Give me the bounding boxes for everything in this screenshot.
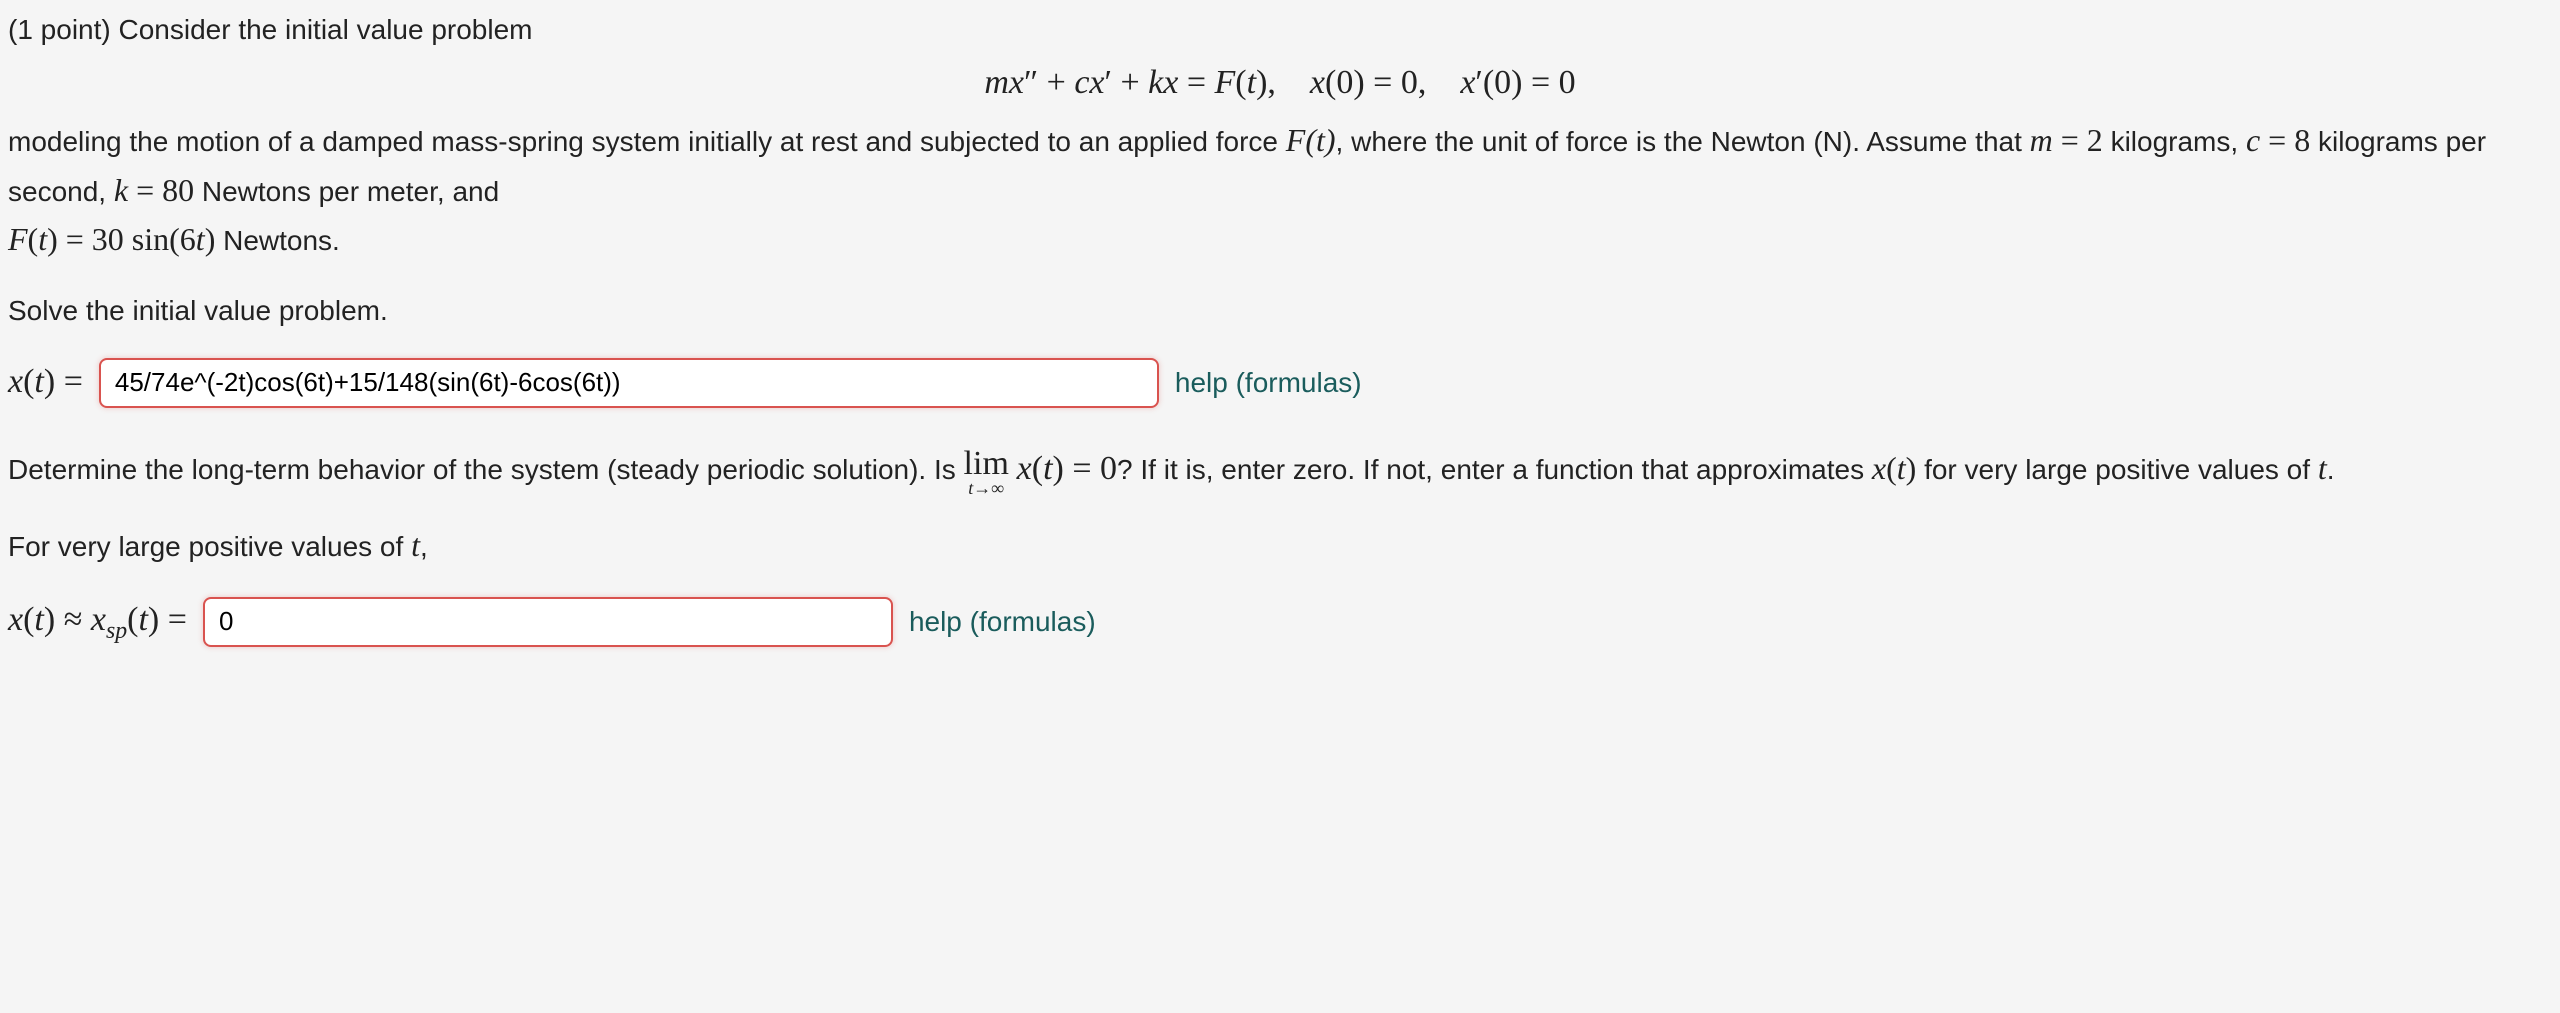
p2-period: . <box>2327 454 2335 485</box>
xsp-answer-input[interactable] <box>203 597 893 647</box>
limit-body: x(t) = 0 <box>1017 450 1117 487</box>
help-formulas-link-1[interactable]: help (formulas) <box>1175 361 1362 404</box>
Ft-symbol: F(t) <box>1286 122 1336 158</box>
F-unit: Newtons. <box>215 225 340 256</box>
xsp-label: x(t) ≈ xsp(t) = <box>8 594 187 650</box>
problem-statement: (1 point) Consider the initial value pro… <box>8 8 2552 265</box>
xt-answer-row: x(t) = help (formulas) <box>8 356 2552 409</box>
t-symbol-2: t <box>411 527 420 563</box>
help-formulas-link-2[interactable]: help (formulas) <box>909 600 1096 643</box>
part2-description: Determine the long-term behavior of the … <box>8 443 2552 497</box>
large-t-post: , <box>420 531 428 562</box>
part1-instruction: Solve the initial value problem. <box>8 289 2552 332</box>
c-eq: c = 8 <box>2246 122 2310 158</box>
p2-post: ? If it is, enter zero. If not, enter a … <box>1117 454 1872 485</box>
p2-post2: for very large positive values of <box>1916 454 2318 485</box>
p2-pre: Determine the long-term behavior of the … <box>8 454 964 485</box>
m-eq: m = 2 <box>2030 122 2103 158</box>
description-pre: modeling the motion of a damped mass-spr… <box>8 126 1286 157</box>
m-unit: kilograms, <box>2103 126 2246 157</box>
points-intro: (1 point) Consider the initial value pro… <box>8 14 533 45</box>
k-unit: Newtons per meter, and <box>194 176 499 207</box>
main-equation: mx″ + cx′ + kx = F(t), x(0) = 0, x′(0) =… <box>8 57 2552 110</box>
t-symbol: t <box>2318 450 2327 486</box>
k-eq: k = 80 <box>114 172 194 208</box>
large-t-pre: For very large positive values of <box>8 531 411 562</box>
xt-label: x(t) = <box>8 356 83 409</box>
xt-symbol: x(t) <box>1872 450 1916 486</box>
xsp-answer-row: x(t) ≈ xsp(t) = help (formulas) <box>8 594 2552 650</box>
F-eq: F(t) = 30 sin(6t) <box>8 221 215 257</box>
description-post: , where the unit of force is the Newton … <box>1336 126 2030 157</box>
large-t-text: For very large positive values of t, <box>8 521 2552 571</box>
xt-answer-input[interactable] <box>99 358 1159 408</box>
limit-expression: limt→∞ <box>964 447 1009 497</box>
